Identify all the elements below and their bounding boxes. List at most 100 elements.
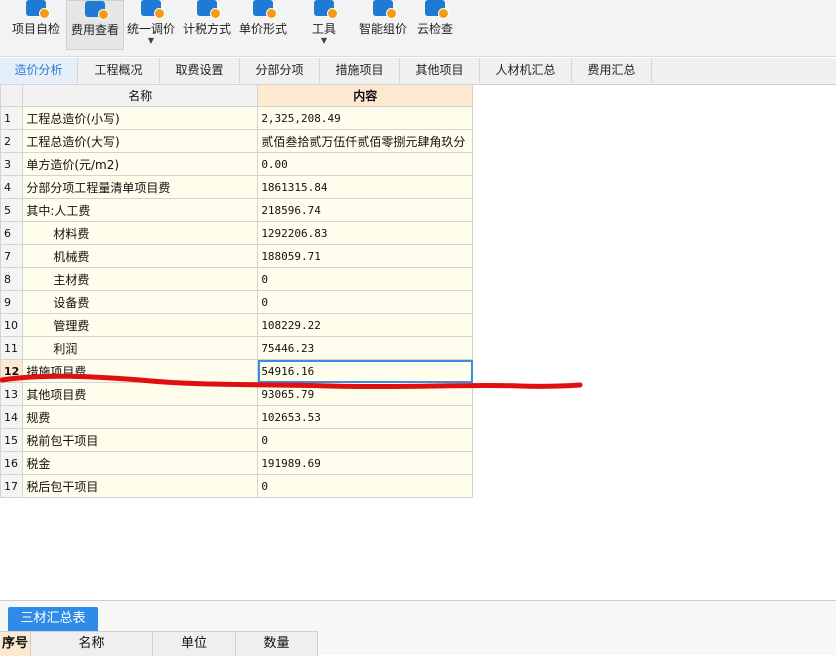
value-column-header[interactable]: 内容: [257, 84, 474, 107]
chevron-down-icon: ▼: [320, 36, 328, 45]
table-row[interactable]: 10 管理费 108229.22: [0, 313, 474, 337]
row-value-cell[interactable]: 108229.22: [257, 313, 474, 337]
unified-price-adjust-button[interactable]: 统一调价 ▼: [124, 0, 178, 50]
row-name-cell[interactable]: 税后包干项目: [22, 474, 259, 498]
fee-view-button[interactable]: 费用查看: [66, 0, 124, 50]
column-header-quantity[interactable]: 数量: [236, 632, 318, 656]
row-number: 13: [0, 382, 24, 406]
tab-bar: 造价分析 工程概况 取费设置 分部分项 措施项目 其他项目 人材机汇总 费用汇总: [0, 58, 836, 85]
table-row[interactable]: 16 税金 191989.69: [0, 451, 474, 475]
chevron-down-icon: ▼: [147, 36, 155, 45]
table-row[interactable]: 11 利润 75446.23: [0, 336, 474, 360]
tab-fee-summary[interactable]: 费用汇总: [572, 58, 652, 83]
adjust-price-icon: [141, 0, 165, 19]
row-value-cell[interactable]: 93065.79: [257, 382, 474, 406]
tab-cost-analysis[interactable]: 造价分析: [0, 58, 78, 83]
row-value-cell[interactable]: 188059.71: [257, 244, 474, 268]
cost-analysis-table: 名称 内容 1 工程总造价(小写) 2,325,208.49 2 工程总造价(大写) 贰…: [0, 84, 474, 498]
table-row[interactable]: 15 税前包干项目 0: [0, 428, 474, 452]
row-name-cell[interactable]: 工程总造价(小写): [22, 106, 259, 130]
unit-price-icon: [253, 0, 277, 19]
row-number: 10: [0, 313, 24, 337]
table-header-row: 名称 内容: [0, 84, 474, 107]
row-name-cell[interactable]: 税前包干项目: [22, 428, 259, 452]
table-row[interactable]: 9 设备费 0: [0, 290, 474, 314]
table-row[interactable]: 1 工程总造价(小写) 2,325,208.49: [0, 106, 474, 130]
row-number: 8: [0, 267, 24, 291]
smart-price-icon: [373, 0, 397, 19]
row-value-cell[interactable]: 0: [257, 267, 474, 291]
tab-measure-items[interactable]: 措施项目: [320, 58, 400, 83]
table-row[interactable]: 17 税后包干项目 0: [0, 474, 474, 498]
row-value-cell[interactable]: 75446.23: [257, 336, 474, 360]
row-name-cell[interactable]: 材料费: [22, 221, 259, 245]
row-name-cell[interactable]: 利润: [22, 336, 259, 360]
tax-method-button[interactable]: 计税方式: [180, 0, 234, 50]
row-value-cell[interactable]: 2,325,208.49: [257, 106, 474, 130]
row-number: 9: [0, 290, 24, 314]
row-value-cell[interactable]: 191989.69: [257, 451, 474, 475]
row-name-cell[interactable]: 工程总造价(大写): [22, 129, 259, 153]
row-number: 12: [0, 359, 24, 383]
table-row[interactable]: 8 主材费 0: [0, 267, 474, 291]
row-value-cell[interactable]: 218596.74: [257, 198, 474, 222]
row-name-cell[interactable]: 规费: [22, 405, 259, 429]
row-name-cell[interactable]: 分部分项工程量清单项目费: [22, 175, 259, 199]
row-number-header: [0, 84, 24, 107]
toolbar: 项目自检 费用查看 统一调价 ▼ 计税方式 单价形式 工具 ▼ 智能组价 云检查: [0, 0, 836, 57]
row-name-cell[interactable]: 设备费: [22, 290, 259, 314]
cloud-check-button[interactable]: 云检查: [412, 0, 458, 50]
tab-sub-items[interactable]: 分部分项: [240, 58, 320, 83]
tab-three-materials-summary[interactable]: 三材汇总表: [8, 607, 98, 631]
row-number: 6: [0, 221, 24, 245]
smart-pricing-button[interactable]: 智能组价: [356, 0, 410, 50]
table-row-selected[interactable]: 12 措施项目费 54916.16: [0, 359, 474, 383]
row-name-cell[interactable]: 管理费: [22, 313, 259, 337]
tools-button[interactable]: 工具 ▼: [304, 0, 344, 50]
tax-method-label: 计税方式: [182, 22, 231, 36]
tab-fee-settings[interactable]: 取费设置: [160, 58, 240, 83]
row-value-cell[interactable]: 0.00: [257, 152, 474, 176]
tab-project-overview[interactable]: 工程概况: [78, 58, 160, 83]
row-number: 2: [0, 129, 24, 153]
row-name-cell[interactable]: 其中:人工费: [22, 198, 259, 222]
row-name-cell[interactable]: 主材费: [22, 267, 259, 291]
table-row[interactable]: 6 材料费 1292206.83: [0, 221, 474, 245]
table-row[interactable]: 14 规费 102653.53: [0, 405, 474, 429]
column-header-unit[interactable]: 单位: [153, 632, 236, 656]
row-name-cell[interactable]: 税金: [22, 451, 259, 475]
table-row[interactable]: 3 单方造价(元/m2) 0.00: [0, 152, 474, 176]
table-row[interactable]: 5 其中:人工费 218596.74: [0, 198, 474, 222]
row-number: 7: [0, 244, 24, 268]
table-row[interactable]: 2 工程总造价(大写) 贰佰叁拾贰万伍仟贰佰零捌元肆角玖分: [0, 129, 474, 153]
table-row[interactable]: 13 其他项目费 93065.79: [0, 382, 474, 406]
row-value-cell[interactable]: 0: [257, 290, 474, 314]
row-name-cell[interactable]: 措施项目费: [22, 359, 259, 383]
row-name-cell[interactable]: 单方造价(元/m2): [22, 152, 259, 176]
row-value-cell-active[interactable]: 54916.16: [257, 359, 474, 383]
bottom-table-header: 序号 名称 单位 数量: [0, 631, 318, 656]
row-name-cell[interactable]: 机械费: [22, 244, 259, 268]
row-value-cell[interactable]: 1861315.84: [257, 175, 474, 199]
table-row[interactable]: 7 机械费 188059.71: [0, 244, 474, 268]
project-self-check-button[interactable]: 项目自检: [8, 0, 64, 50]
column-header-name[interactable]: 名称: [31, 632, 153, 656]
tab-other-items[interactable]: 其他项目: [400, 58, 480, 83]
name-column-header[interactable]: 名称: [22, 84, 259, 107]
unit-price-form-button[interactable]: 单价形式: [236, 0, 290, 50]
row-number: 5: [0, 198, 24, 222]
table-row[interactable]: 4 分部分项工程量清单项目费 1861315.84: [0, 175, 474, 199]
row-value-cell[interactable]: 贰佰叁拾贰万伍仟贰佰零捌元肆角玖分: [257, 129, 474, 153]
tab-labor-material-machine[interactable]: 人材机汇总: [480, 58, 572, 83]
row-number: 17: [0, 474, 24, 498]
fee-view-label: 费用查看: [70, 23, 119, 37]
row-value-cell[interactable]: 1292206.83: [257, 221, 474, 245]
cloud-check-label: 云检查: [416, 22, 453, 36]
row-name-cell[interactable]: 其他项目费: [22, 382, 259, 406]
check-doc-icon: [26, 0, 50, 19]
row-number: 11: [0, 336, 24, 360]
column-header-seq[interactable]: 序号: [0, 632, 31, 656]
row-value-cell[interactable]: 0: [257, 428, 474, 452]
row-value-cell[interactable]: 102653.53: [257, 405, 474, 429]
row-value-cell[interactable]: 0: [257, 474, 474, 498]
